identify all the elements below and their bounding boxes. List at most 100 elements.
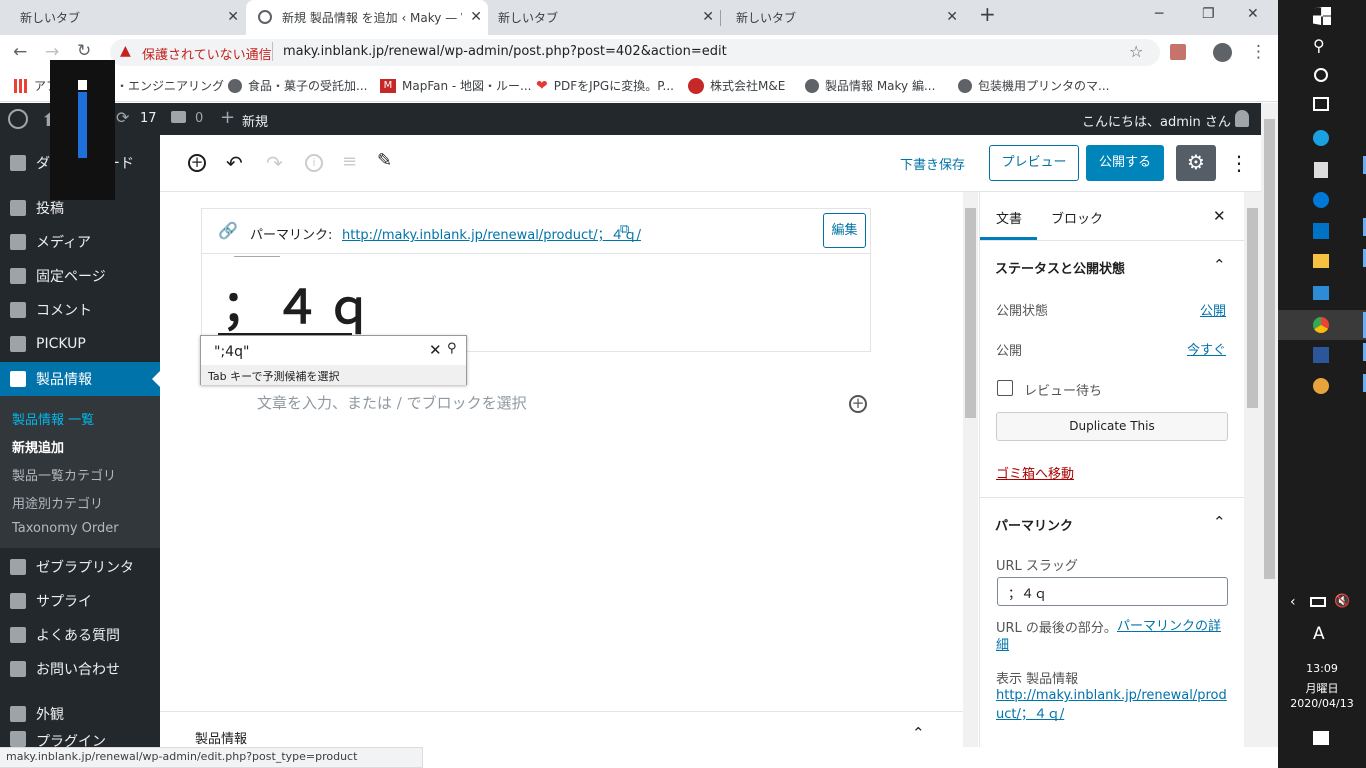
ie-icon[interactable]: [1313, 130, 1329, 146]
bookmark-maky[interactable]: 製品情報 Maky 編...: [805, 77, 935, 94]
ime-mode-icon[interactable]: A: [1313, 624, 1325, 644]
tab-new-3[interactable]: 新しいタブ ✕: [716, 0, 964, 35]
clock-time[interactable]: 13:09: [1278, 662, 1366, 675]
comments-count[interactable]: 0: [195, 111, 203, 126]
bookmark-pdf-jpg[interactable]: ❤ PDFをJPGに変換。P...: [536, 77, 674, 94]
word-icon[interactable]: [1313, 347, 1329, 363]
contacts-icon[interactable]: [1313, 286, 1329, 300]
omnibox[interactable]: ▲ 保護されていない通信 maky.inblank.jp/renewal/wp-…: [110, 39, 1160, 66]
chrome-icon[interactable]: [1313, 317, 1329, 333]
duplicate-button[interactable]: Duplicate This: [996, 412, 1228, 441]
slug-input[interactable]: ；４ｑ: [997, 577, 1228, 606]
menu-kebab-icon[interactable]: ⋮: [1250, 42, 1267, 62]
task-view-icon[interactable]: [1313, 97, 1329, 111]
sidebar-item-supply[interactable]: サプライ: [0, 584, 160, 618]
search-icon[interactable]: ⚲: [1313, 36, 1325, 55]
publish-date-link[interactable]: 今すぐ: [1187, 339, 1226, 358]
avatar[interactable]: [1235, 110, 1249, 127]
post-title-input[interactable]: ；４ｑ: [222, 271, 378, 337]
tab-document[interactable]: 文書: [996, 208, 1022, 227]
view-product-link[interactable]: http://maky.inblank.jp/renewal/product/；…: [996, 686, 1230, 724]
submenu-usage-category[interactable]: 用途別カテゴリ: [12, 493, 103, 512]
permalink-section-title[interactable]: パーマリンク: [995, 515, 1073, 534]
sidebar-item-pickup[interactable]: PICKUP: [0, 327, 160, 361]
submenu-product-category[interactable]: 製品一覧カテゴリ: [12, 465, 116, 484]
close-icon[interactable]: ✕: [227, 9, 239, 25]
close-icon[interactable]: ✕: [1213, 207, 1226, 225]
sidebar-item-zebra[interactable]: ゼブラプリンタ: [0, 550, 160, 584]
bookmark-star-icon[interactable]: ☆: [1129, 42, 1143, 61]
reload-icon[interactable]: ↻: [77, 41, 91, 61]
battery-icon[interactable]: [1310, 597, 1326, 607]
sidebar-item-media[interactable]: メディア: [0, 225, 160, 259]
forward-icon[interactable]: →: [45, 42, 59, 62]
permalink-link[interactable]: http://maky.inblank.jp/renewal/product/；…: [342, 224, 641, 243]
trash-link[interactable]: ゴミ箱へ移動: [996, 463, 1074, 482]
updates-count[interactable]: 17: [140, 111, 157, 126]
sidebar-item-comments[interactable]: コメント: [0, 293, 160, 327]
pending-review-checkbox[interactable]: [997, 380, 1013, 396]
tab-new-2[interactable]: 新しいタブ ✕: [478, 0, 720, 35]
visibility-link[interactable]: 公開: [1200, 300, 1226, 319]
sidebar-item-faq[interactable]: よくある質問: [0, 618, 160, 652]
security-label[interactable]: 保護されていない通信: [142, 44, 272, 63]
clock-day[interactable]: 月曜日: [1278, 680, 1366, 696]
minimize-icon[interactable]: ─: [1155, 6, 1163, 22]
notepad-icon[interactable]: [1314, 162, 1328, 178]
search-icon[interactable]: ⚲: [447, 341, 457, 356]
submenu-taxonomy-order[interactable]: Taxonomy Order: [12, 521, 119, 536]
chevron-up-icon[interactable]: ⌃: [912, 724, 925, 742]
ime-input-text[interactable]: ";4q": [214, 344, 249, 360]
sidebar-item-products[interactable]: 製品情報: [0, 362, 160, 396]
sidebar-scrollbar[interactable]: [1244, 192, 1261, 747]
back-icon[interactable]: ←: [13, 42, 27, 62]
outlook-icon[interactable]: [1313, 223, 1329, 239]
notification-icon[interactable]: [1313, 731, 1329, 745]
submenu-all-products[interactable]: 製品情報 一覧: [12, 409, 94, 428]
profile-icon[interactable]: [1213, 43, 1232, 62]
chevron-left-icon[interactable]: ‹: [1290, 594, 1296, 610]
sidebar-item-plugins[interactable]: プラグイン: [0, 731, 160, 747]
new-content-link[interactable]: 新規: [242, 111, 268, 130]
edit-permalink-button[interactable]: 編集: [823, 213, 866, 248]
info-icon[interactable]: i: [305, 154, 323, 172]
clock-date[interactable]: 2020/04/13: [1278, 697, 1366, 710]
edit-mode-icon[interactable]: ✎: [377, 150, 392, 171]
chevron-up-icon[interactable]: ⌃: [1213, 256, 1226, 274]
wordpress-logo-icon[interactable]: [8, 109, 28, 129]
add-block-icon[interactable]: +: [188, 154, 206, 172]
pdf-extension-icon[interactable]: [1170, 44, 1186, 60]
paint-icon[interactable]: [1313, 378, 1329, 394]
submenu-add-new[interactable]: 新規追加: [12, 437, 64, 456]
bookmark-food[interactable]: 食品・菓子の受託加...: [228, 77, 367, 94]
window-close-icon[interactable]: ✕: [1247, 6, 1259, 22]
windows-start-icon[interactable]: [1313, 7, 1331, 25]
block-placeholder[interactable]: 文章を入力、または / でブロックを選択: [257, 392, 527, 413]
meta-box-product[interactable]: 製品情報 ⌃: [160, 711, 963, 747]
url-text[interactable]: maky.inblank.jp/renewal/wp-admin/post.ph…: [283, 44, 727, 59]
tab-product-editor[interactable]: 新規 製品情報 を追加 ‹ Maky — \ ✕: [246, 0, 488, 35]
sidebar-item-appearance[interactable]: 外観: [0, 697, 160, 731]
bookmark-printer[interactable]: 包装機用プリンタのマ...: [958, 77, 1109, 94]
edge-icon[interactable]: [1313, 192, 1329, 208]
preview-button[interactable]: プレビュー: [989, 145, 1079, 181]
sidebar-item-pages[interactable]: 固定ページ: [0, 259, 160, 293]
tab-block[interactable]: ブロック: [1051, 208, 1103, 227]
undo-icon[interactable]: ↶: [226, 151, 243, 175]
editor-scrollbar[interactable]: [963, 192, 978, 747]
new-tab-button[interactable]: +: [979, 2, 996, 26]
publish-button[interactable]: 公開する: [1086, 145, 1164, 181]
bookmark-me[interactable]: 株式会社M&E: [688, 77, 785, 94]
save-draft-button[interactable]: 下書き保存: [900, 154, 965, 173]
add-block-inline-icon[interactable]: +: [849, 395, 867, 413]
mute-icon[interactable]: 🔇: [1334, 594, 1350, 609]
page-scrollbar[interactable]: [1261, 103, 1278, 747]
restore-icon[interactable]: ❐: [1202, 6, 1215, 22]
folder-icon[interactable]: [1313, 254, 1329, 268]
redo-icon[interactable]: ↷: [266, 151, 283, 175]
tab-new-1[interactable]: 新しいタブ ✕: [0, 0, 245, 35]
more-options-icon[interactable]: ⋮: [1229, 151, 1249, 175]
account-greeting[interactable]: こんにちは、admin さん: [1082, 111, 1231, 130]
close-icon[interactable]: ✕: [702, 9, 714, 25]
permalink-docs-link[interactable]: パーマリンクの詳細: [996, 617, 1228, 655]
